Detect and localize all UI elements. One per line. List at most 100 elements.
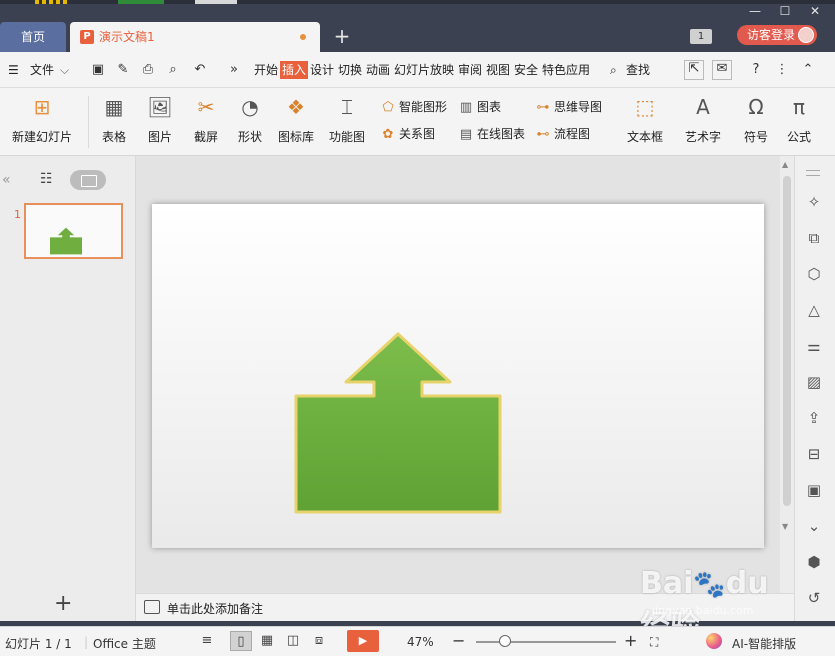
share-icon[interactable]: ⇱ [684, 60, 704, 80]
notes-toggle-icon[interactable]: ≡ [196, 631, 218, 651]
print-preview-icon[interactable]: ⌕ [165, 62, 181, 78]
presenter-icon[interactable]: ⧈ [308, 631, 330, 651]
tab-transition[interactable]: 切换 [338, 61, 362, 79]
search-icon[interactable]: ⌕ [610, 61, 617, 79]
chevron-down-icon[interactable]: ⌵ [60, 61, 69, 79]
slide-thumbnail[interactable] [24, 203, 123, 259]
zoom-slider[interactable] [476, 641, 616, 643]
icon-library-icon: ❖ [287, 95, 305, 119]
slide-sorter-icon[interactable]: ▦ [256, 631, 278, 651]
tab-security[interactable]: 安全 [514, 61, 538, 79]
reading-view-icon[interactable]: ◫ [282, 631, 304, 651]
window-count-badge[interactable]: 1 [690, 29, 712, 44]
dropdown-icon[interactable]: ⌄ [804, 516, 824, 536]
picture-button[interactable]: 🖼 图片 [140, 94, 180, 154]
textbox-button[interactable]: ⬚ 文本框 [622, 94, 668, 154]
new-slide-button[interactable]: ⊞ 新建幻灯片 [6, 94, 78, 154]
flowchart-label: 流程图 [554, 127, 591, 141]
normal-view-icon[interactable]: ▯ [230, 631, 252, 651]
ai-layout-label[interactable]: AI-智能排版 [732, 635, 796, 652]
maximize-icon[interactable]: ☐ [778, 4, 792, 18]
tab-design[interactable]: 设计 [310, 61, 334, 79]
tab-review[interactable]: 审阅 [458, 61, 482, 79]
wordart-button[interactable]: A 艺术字 [680, 94, 726, 154]
tab-special-apps[interactable]: 特色应用 [542, 61, 590, 79]
add-slide-button[interactable]: + [54, 593, 72, 615]
tab-insert[interactable]: 插入 [280, 61, 309, 79]
print-icon[interactable]: ⎙ [140, 62, 156, 78]
transition-icon[interactable]: ⧉ [804, 228, 824, 248]
function-chart-button[interactable]: ⌶ 功能图 [324, 94, 370, 154]
new-tab-button[interactable]: + [332, 24, 352, 48]
picture-icon[interactable]: ▣ [804, 480, 824, 500]
taskbar-app-icon [195, 0, 237, 4]
up-arrow-callout-shape[interactable] [292, 330, 504, 516]
relation-chart-button[interactable]: ✿ 关系图 [380, 125, 435, 143]
tab-document[interactable]: P 演示文稿1 [70, 22, 320, 52]
picture-label: 图片 [147, 130, 172, 144]
comment-icon[interactable]: ✉ [712, 60, 732, 80]
taskbar-app-icon [118, 0, 164, 4]
close-icon[interactable]: ✕ [808, 4, 822, 18]
tab-start[interactable]: 开始 [254, 61, 278, 79]
theme-name[interactable]: Office 主题 [93, 635, 156, 652]
hamburger-icon[interactable]: ☰ [8, 61, 19, 79]
more-options-icon[interactable]: ⋮ [774, 62, 790, 78]
settings-sliders-icon[interactable]: ⚌ [804, 336, 824, 356]
chart-icon: ▥ [459, 100, 473, 115]
smart-graphic-button[interactable]: ⬠ 智能图形 [380, 98, 447, 116]
flowchart-button[interactable]: ⊷ 流程图 [535, 125, 591, 143]
online-chart-icon: ▤ [459, 127, 473, 142]
scroll-thumb[interactable] [783, 176, 791, 506]
undo-icon[interactable]: ↶ [192, 62, 208, 78]
save-icon[interactable]: ▣ [90, 62, 106, 78]
formula-button[interactable]: π 公式 [784, 94, 814, 154]
tab-home[interactable]: 首页 [0, 22, 66, 52]
play-slideshow-button[interactable]: ▶ [347, 630, 379, 652]
tab-slideshow[interactable]: 幻灯片放映 [394, 61, 454, 79]
shape-button[interactable]: ◔ 形状 [230, 94, 270, 154]
image-gallery-icon[interactable]: ▨ [804, 372, 824, 392]
mind-map-button[interactable]: ⊶ 思维导图 [535, 98, 603, 116]
help-icon[interactable]: ? [748, 62, 764, 78]
ai-layout-icon[interactable] [706, 633, 722, 649]
zoom-in-icon[interactable]: + [624, 631, 637, 650]
export-icon[interactable]: ⇪ [804, 408, 824, 428]
zoom-level[interactable]: 47% [407, 635, 434, 649]
notes-area[interactable]: 单击此处添加备注 [136, 593, 794, 621]
minimize-icon[interactable]: — [748, 4, 762, 18]
format-painter-icon[interactable]: ✎ [115, 62, 131, 78]
fit-window-icon[interactable]: ⛶ [650, 635, 658, 650]
scroll-up-icon[interactable]: ▲ [782, 160, 788, 169]
symbol-button[interactable]: Ω 符号 [740, 94, 772, 154]
collapse-ribbon-icon[interactable]: ⌃ [800, 62, 816, 78]
thumbnail-view-toggle[interactable] [70, 170, 106, 190]
login-button[interactable]: 访客登录 [737, 25, 817, 45]
menu-bar: ☰ 文件 ⌵ ▣ ✎ ⎙ ⌕ ↶ » 开始 插入 设计 切换 动画 幻灯片放映 … [0, 52, 835, 88]
fill-icon[interactable]: △ [804, 300, 824, 320]
tab-view[interactable]: 视图 [486, 61, 510, 79]
slide[interactable] [152, 204, 764, 548]
slides-panel: « ☷ 1 + [0, 156, 136, 621]
vertical-scrollbar[interactable]: ▲ ▼ [780, 156, 794, 593]
menu-file[interactable]: 文件 [30, 61, 54, 79]
archive-icon[interactable]: ⊟ [804, 444, 824, 464]
icon-library-button[interactable]: ❖ 图标库 [276, 94, 316, 154]
tab-animation[interactable]: 动画 [366, 61, 390, 79]
chart-button[interactable]: ▥ 图表 [458, 98, 501, 116]
shield-icon[interactable]: ⬢ [804, 552, 824, 572]
zoom-out-icon[interactable]: − [452, 631, 465, 650]
online-chart-button[interactable]: ▤ 在线图表 [458, 125, 525, 143]
more-icon[interactable]: » [226, 62, 242, 78]
zoom-slider-knob[interactable] [498, 635, 511, 647]
history-icon[interactable]: ↺ [804, 588, 824, 608]
magic-icon[interactable]: ✧ [804, 192, 824, 212]
flowchart-icon: ⊷ [536, 127, 550, 142]
collapse-panel-icon[interactable]: « [2, 172, 11, 188]
search-label[interactable]: 查找 [626, 61, 650, 79]
screenshot-button[interactable]: ✂ 截屏 [186, 94, 226, 154]
scroll-down-icon[interactable]: ▼ [782, 522, 788, 531]
shape-format-icon[interactable]: ⬡ [804, 264, 824, 284]
outline-view-icon[interactable]: ☷ [40, 171, 53, 187]
table-button[interactable]: ▦ 表格 [94, 94, 134, 154]
